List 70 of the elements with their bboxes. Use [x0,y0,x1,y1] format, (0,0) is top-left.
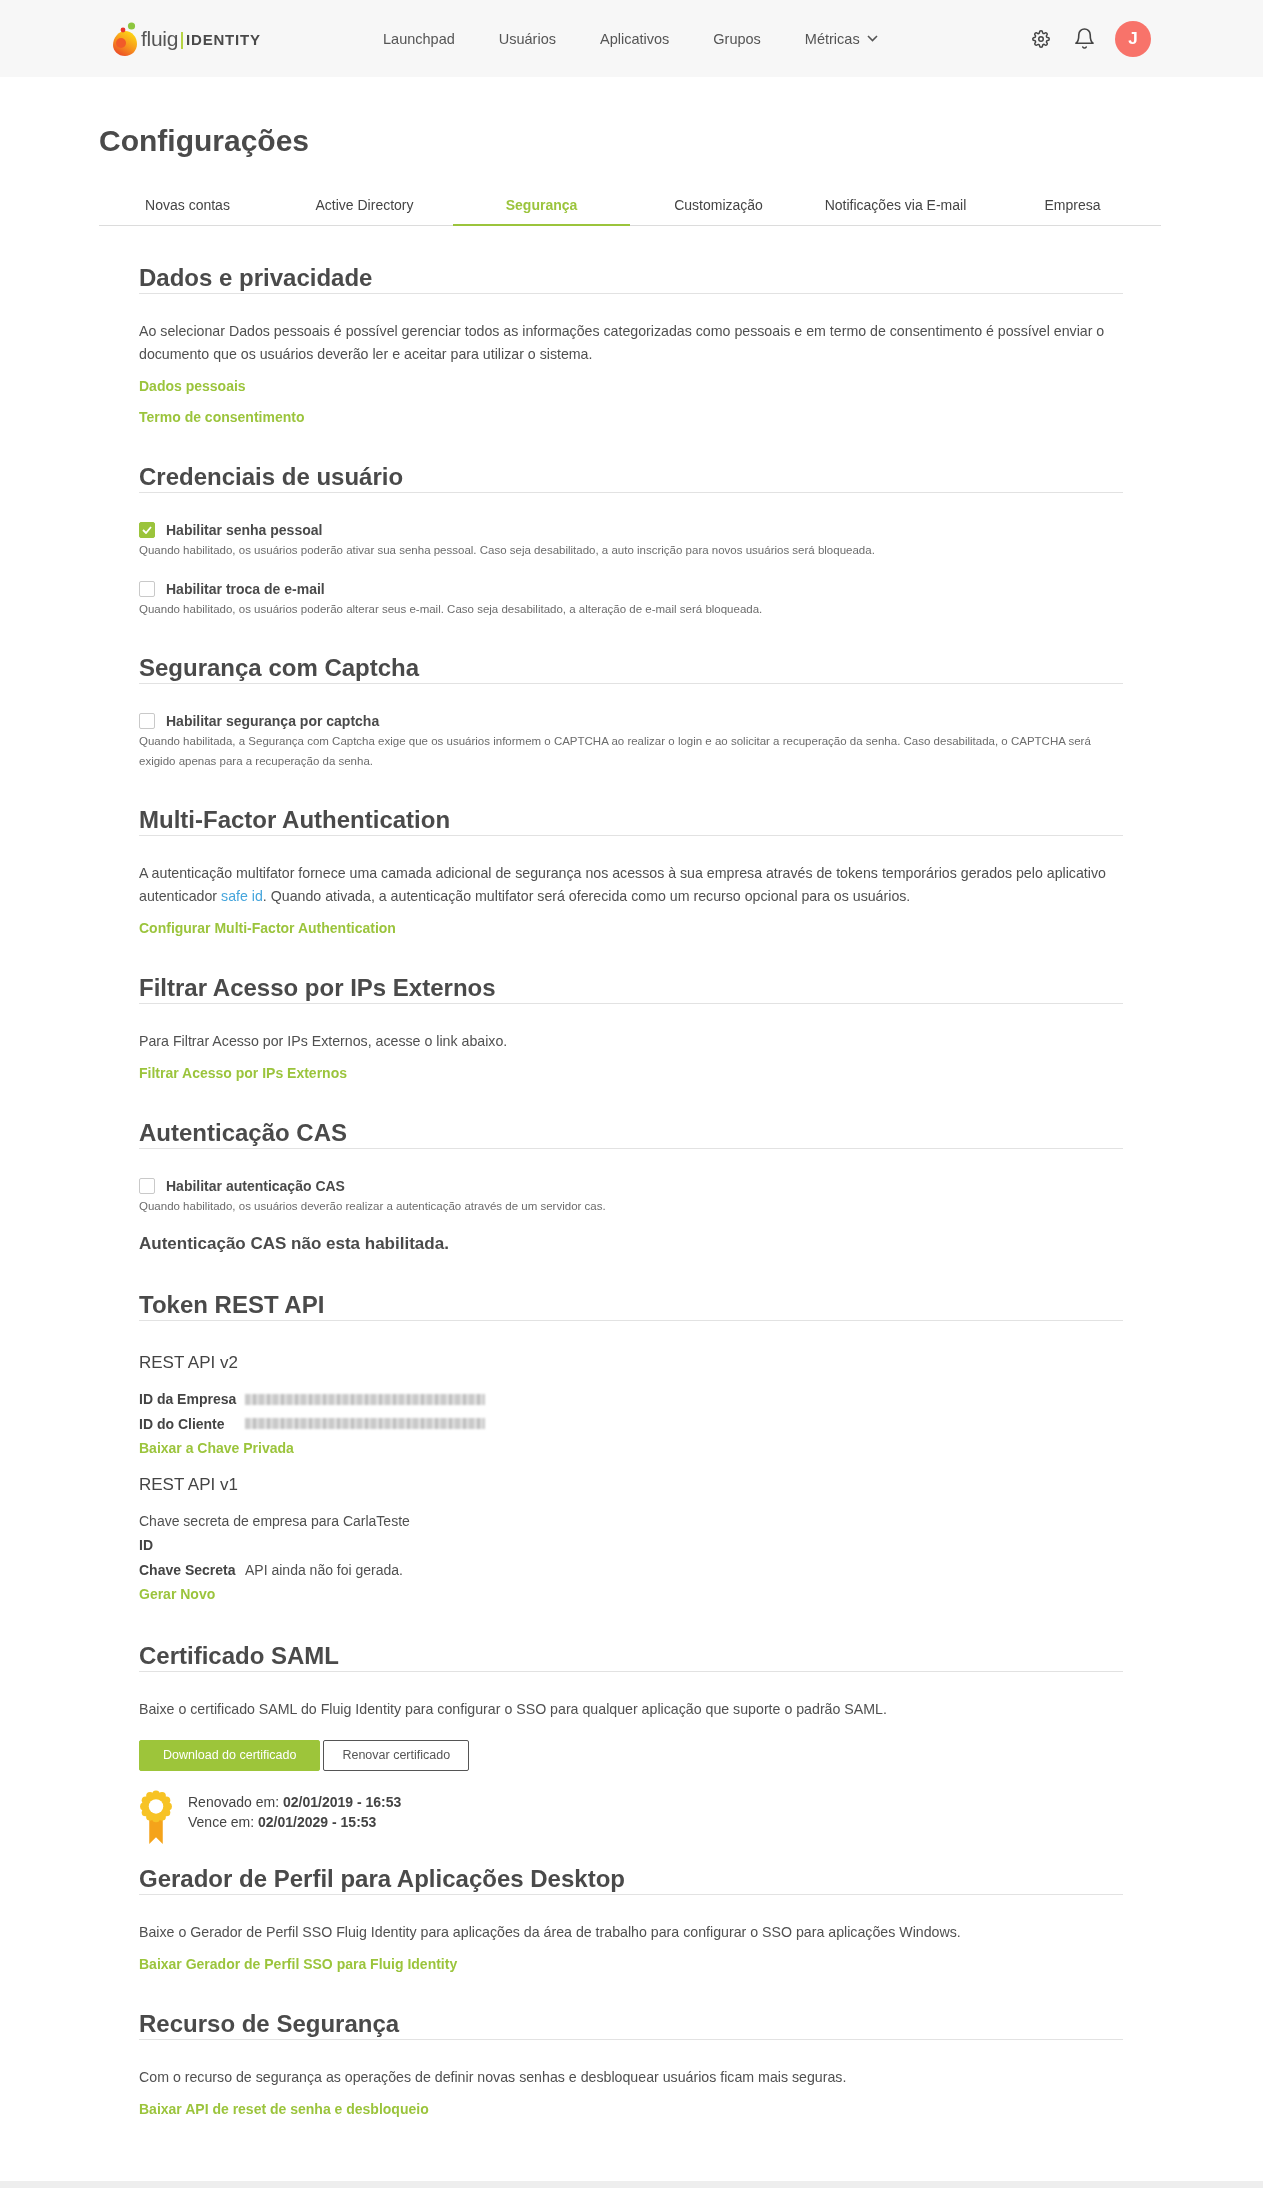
checkbox-label: Habilitar senha pessoal [166,521,323,538]
field-label: ID da Empresa [139,1390,237,1409]
field-label: Chave Secreta [139,1560,236,1580]
checkbox[interactable] [139,580,155,597]
field-value: API ainda não foi gerada. [245,1560,403,1580]
inline-link[interactable]: safe id [221,888,263,904]
checkbox[interactable] [139,1177,155,1194]
checkbox[interactable] [139,521,155,538]
nav-link[interactable]: Usuários [498,28,556,49]
status-text: Autenticação CAS não esta habilitada. [139,1233,449,1255]
section-heading: Certificado SAML [139,1640,339,1671]
section-heading: Recurso de Segurança [139,2008,400,2039]
section-heading: Dados e privacidade [139,263,373,293]
action-link[interactable]: Baixar API de reset de senha e desbloqueio [139,2097,429,2120]
subheading: REST API v2 [139,1352,238,1374]
description-text: Baixe o certificado SAML do Fluig Identity para configurar o SSO para qualquer aplicação que suporte o padrão SAML. [139,1699,887,1719]
help-text: Quando habilitado, os usuários deverão realizar a autenticação através de um servidor cas. [139,1199,606,1214]
nav-link[interactable]: Grupos [713,28,761,49]
tab[interactable]: Active Directory [276,186,453,226]
description-text: Ao selecionar Dados pessoais é possível gerenciar todos as informações categorizadas como pessoais e em termo de consentimento é possível enviar o documento que os usuários deverão ler e aceitar para utilizar o sistema. [139,322,1106,364]
description-text: A autenticação multifator fornece uma camada adicional de segurança nos acessos à sua empresa através de tokens temporários gerados pelo aplicativo autenticador safe id. Quando ativada, a autenticação multifator será oferecida como um recurso opcional para os usuários. [139,864,1107,906]
action-link[interactable]: Dados pessoais [139,375,246,397]
help-text: Quando habilitado, os usuários poderão alterar seus e-mail. Caso seja desabilitado, a alteração de e-mail será bloqueada. [139,602,763,617]
tab[interactable]: Novas contas [99,186,276,226]
checkbox[interactable] [139,712,155,729]
certificate-date-text: Vence em: 02/01/2029 - 15:53 [188,1812,377,1832]
section-heading: Autenticação CAS [139,1118,348,1148]
certificate-date-text: Renovado em: 02/01/2019 - 16:53 [188,1792,402,1812]
checkbox-label: Habilitar autenticação CAS [166,1177,345,1194]
section-heading: Multi-Factor Authentication [139,805,451,835]
tab[interactable]: Notificações via E-mail [807,186,984,226]
description-text: Com o recurso de segurança as operações de definir novas senhas e desbloquear usuários ficam mais seguras. [139,2067,847,2087]
section-heading: Segurança com Captcha [139,653,420,683]
section-heading: Token REST API [139,1290,325,1320]
field-label: ID [139,1536,153,1555]
checkbox-label: Habilitar troca de e-mail [166,580,325,597]
tab[interactable]: Segurança [453,186,630,226]
logo-text: IDENTITY [186,30,261,50]
action-link[interactable]: Termo de consentimento [139,406,305,428]
subheading: REST API v1 [139,1473,238,1496]
help-text: Quando habilitada, a Segurança com Captcha exige que os usuários informem o CAPTCHA ao realizar o login e ao solicitar a recuperação da senha. Caso desabilitada, o CAPTCHA será exigido apenas para a recuperação da senha. [139,734,1092,769]
avatar[interactable]: J [1115,20,1151,57]
award-ribbon-icon [139,1789,173,1844]
description-text: Chave secreta de empresa para CarlaTeste [139,1511,410,1531]
nav-link[interactable]: Aplicativos [600,28,670,49]
section-heading: Credenciais de usuário [139,462,404,492]
help-text: Quando habilitado, os usuários poderão ativar sua senha pessoal. Caso seja desabilitado, a auto inscrição para novos usuários será bloqueada. [139,543,875,558]
logo-icon[interactable] [112,21,138,56]
renew-certificate-button[interactable]: Renovar certificado [323,1739,470,1771]
field-label: ID do Cliente [139,1414,225,1434]
section-heading: Filtrar Acesso por IPs Externos [139,973,496,1003]
description-text: Para Filtrar Acesso por IPs Externos, acesse o link abaixo. [139,1032,508,1051]
action-link[interactable]: Filtrar Acesso por IPs Externos [139,1062,347,1084]
notifications-bell-icon[interactable] [1075,28,1094,49]
tab[interactable]: Customização [630,186,807,226]
nav-link[interactable]: Launchpad [383,28,455,49]
settings-icon[interactable] [1032,29,1050,48]
action-link[interactable]: Gerar Novo [139,1582,216,1607]
action-link[interactable]: Baixar Gerador de Perfil SSO para Fluig Identity [139,1952,458,1975]
check-icon [142,525,152,534]
checkbox-label: Habilitar segurança por captcha [166,712,380,729]
download-certificate-button[interactable]: Download do certificado [139,1739,321,1771]
description-text: Baixe o Gerador de Perfil SSO Fluig Identity para aplicações da área de trabalho para configurar o SSO para aplicações Windows. [139,1922,961,1942]
tab[interactable]: Empresa [984,186,1161,226]
section-heading: Gerador de Perfil para Aplicações Desktop [139,1863,625,1894]
action-link[interactable]: Baixar a Chave Privada [139,1436,294,1461]
action-link[interactable]: Configurar Multi-Factor Authentication [139,917,396,939]
page-title: Configurações [99,123,310,159]
nav-link[interactable]: Métricas [804,28,878,49]
logo-text: fluig [141,25,179,52]
